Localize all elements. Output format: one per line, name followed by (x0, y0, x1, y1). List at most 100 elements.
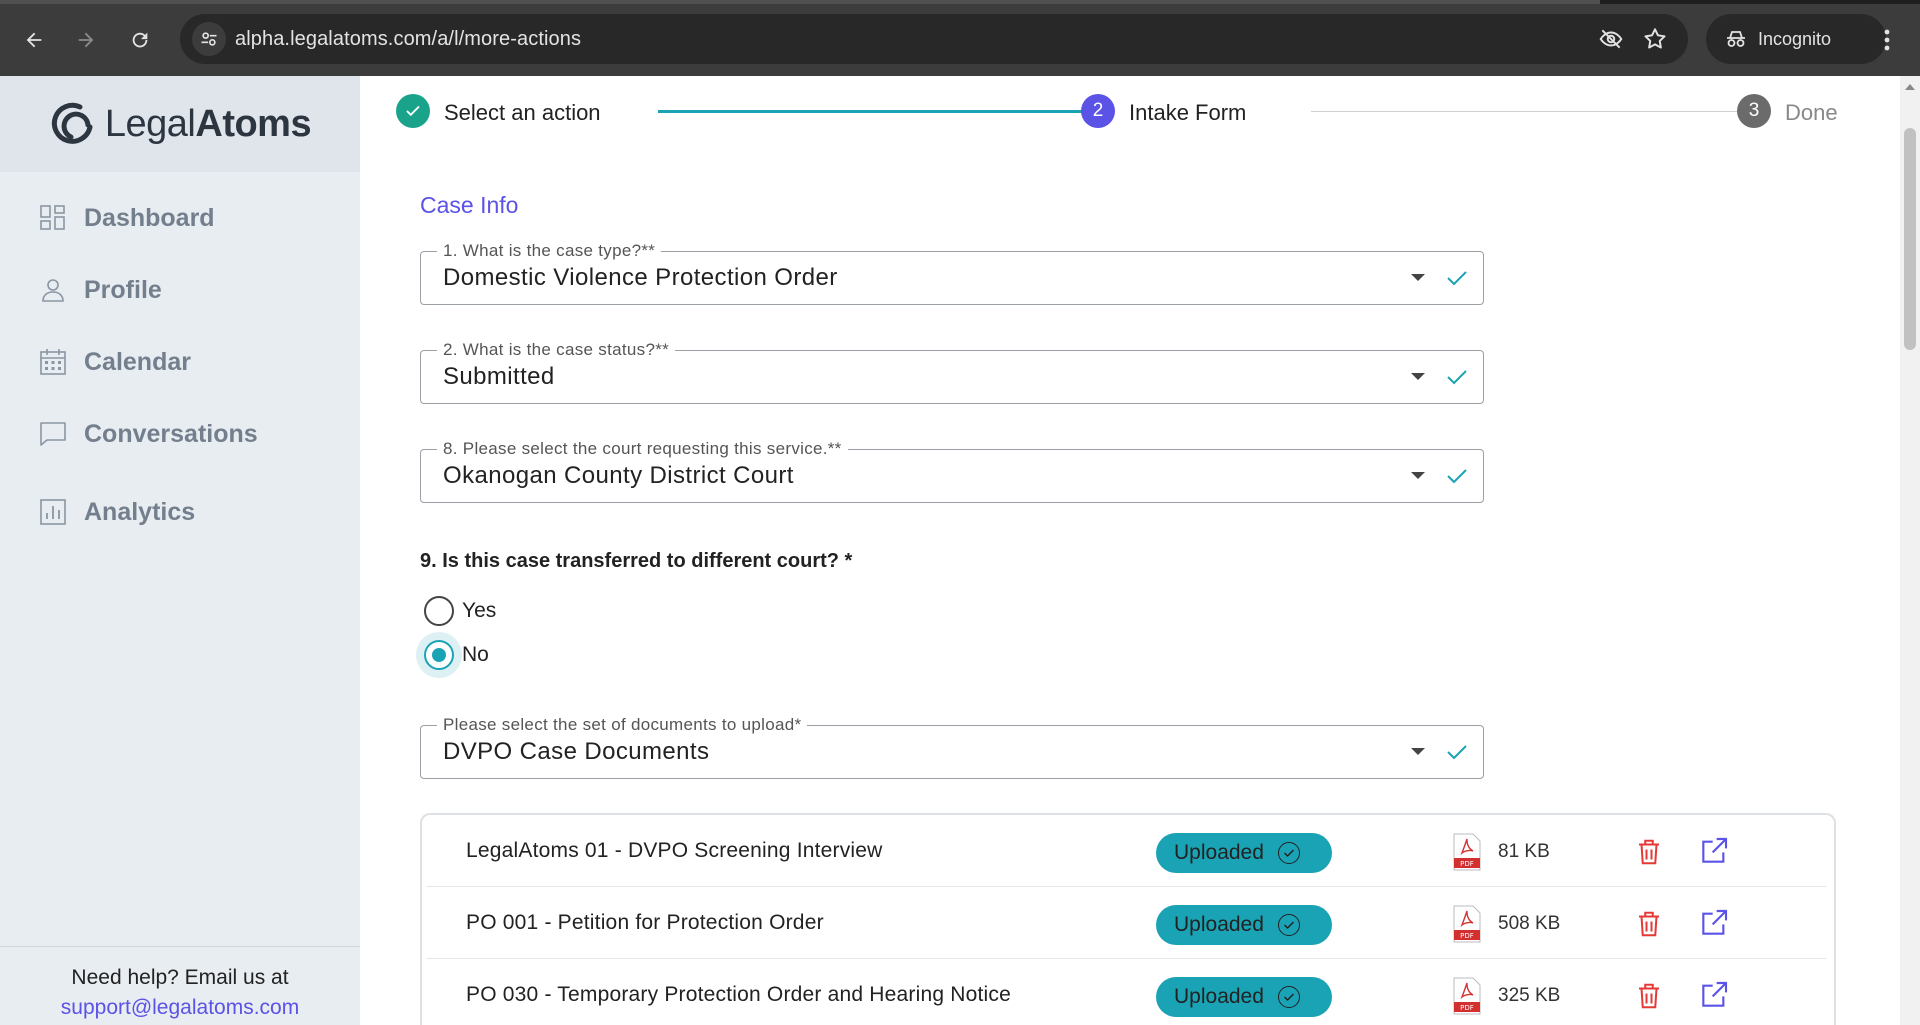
check-icon (1447, 271, 1467, 286)
documents-table: LegalAtoms 01 - DVPO Screening Interview… (420, 813, 1836, 1025)
sidebar-item-profile[interactable]: Profile (38, 270, 162, 310)
trash-icon[interactable] (1634, 909, 1664, 939)
step-3-number: 3 (1737, 94, 1771, 128)
help-text: Need help? Email us at (71, 966, 289, 989)
tab-strip-active (0, 0, 1600, 4)
check-circle-icon (1277, 914, 1300, 936)
case-status-select[interactable]: 2. What is the case status?** Submitted (420, 340, 1484, 404)
file-size: 325 KB (1498, 985, 1561, 1006)
sidebar-item-conversations[interactable]: Conversations (38, 414, 258, 454)
status-label: Uploaded (1174, 985, 1264, 1008)
step-1-label: Select an action (444, 100, 601, 125)
step-connector-2 (1311, 111, 1763, 112)
svg-text:PDF: PDF (1460, 1004, 1474, 1012)
field-label: 2. What is the case status?** (437, 340, 676, 360)
radio-option-no[interactable]: No (424, 638, 489, 672)
check-icon (1447, 469, 1467, 484)
address-bar[interactable]: alpha.legalatoms.com/a/l/more-actions (180, 14, 1688, 64)
document-name: LegalAtoms 01 - DVPO Screening Interview (466, 839, 883, 862)
check-circle-icon (1277, 986, 1300, 1008)
sidebar-item-calendar[interactable]: Calendar (38, 342, 191, 382)
field-label: Please select the set of documents to up… (437, 715, 808, 735)
radio-label: No (462, 643, 489, 666)
open-external-icon[interactable] (1698, 979, 1730, 1011)
step-connector-1 (658, 110, 1084, 113)
open-external-icon[interactable] (1698, 907, 1730, 939)
check-icon (1447, 370, 1467, 385)
logo[interactable]: LegalAtoms (0, 76, 360, 172)
sidebar-item-label: Conversations (84, 419, 258, 448)
logo-text: LegalAtoms (104, 102, 312, 145)
step-1-complete-icon (396, 94, 430, 128)
radio-button-no[interactable] (424, 640, 454, 670)
table-row: PO 030 - Temporary Protection Order and … (426, 959, 1826, 1025)
file-size: 508 KB (1498, 913, 1561, 934)
scroll-up-icon[interactable] (1905, 84, 1915, 90)
dropdown-caret-icon[interactable] (1411, 472, 1425, 479)
pdf-icon[interactable]: PDF (1452, 833, 1482, 871)
main-content: Select an action 2 Intake Form 3 Done Ca… (360, 76, 1900, 1025)
dropdown-caret-icon[interactable] (1411, 373, 1425, 380)
check-icon (1447, 745, 1467, 760)
page-scrollbar[interactable] (1900, 76, 1920, 1025)
dropdown-caret-icon[interactable] (1411, 274, 1425, 281)
field-label: 8. Please select the court requesting th… (437, 439, 848, 459)
browser-toolbar: alpha.legalatoms.com/a/l/more-actions In… (0, 0, 1920, 76)
radio-label: Yes (462, 599, 497, 622)
document-set-select[interactable]: Please select the set of documents to up… (420, 715, 1484, 779)
file-size: 81 KB (1498, 841, 1550, 862)
dropdown-caret-icon[interactable] (1411, 748, 1425, 755)
incognito-icon (1727, 31, 1745, 47)
step-2-label: Intake Form (1129, 100, 1247, 125)
trash-icon[interactable] (1634, 837, 1664, 867)
svg-text:PDF: PDF (1460, 932, 1474, 940)
step-2-number: 2 (1081, 94, 1115, 128)
sidebar-item-label: Dashboard (84, 203, 215, 232)
forward-button[interactable] (66, 20, 106, 60)
sidebar-item-analytics[interactable]: Analytics (38, 492, 195, 532)
radio-button-yes[interactable] (424, 596, 454, 626)
scroll-thumb[interactable] (1904, 128, 1916, 350)
sidebar-item-label: Profile (84, 275, 162, 304)
step-3-label: Done (1785, 100, 1838, 125)
stepper: Select an action 2 Intake Form 3 Done (396, 92, 1896, 132)
field-value: DVPO Case Documents (443, 738, 710, 765)
sidebar: LegalAtoms Dashboard Profile Calendar Co… (0, 76, 360, 1025)
back-button[interactable] (14, 20, 54, 60)
support-email-link[interactable]: support@legalatoms.com (0, 993, 360, 1023)
case-type-select[interactable]: 1. What is the case type?** Domestic Vio… (420, 241, 1484, 305)
star-icon[interactable] (1642, 26, 1668, 52)
pdf-icon[interactable]: PDF (1452, 977, 1482, 1015)
document-name: PO 001 - Petition for Protection Order (466, 911, 824, 934)
reload-button[interactable] (120, 20, 160, 60)
chart-icon (40, 499, 66, 525)
table-row: LegalAtoms 01 - DVPO Screening Interview… (426, 815, 1826, 887)
legalatoms-logo-icon (51, 102, 93, 144)
calendar-icon (40, 349, 66, 375)
status-badge: Uploaded (1156, 833, 1332, 873)
pdf-icon[interactable]: PDF (1452, 905, 1482, 943)
open-external-icon[interactable] (1698, 835, 1730, 867)
site-info-icon[interactable] (192, 22, 226, 56)
field-label: 1. What is the case type?** (437, 241, 662, 261)
sidebar-item-label: Calendar (84, 347, 191, 376)
radio-option-yes[interactable]: Yes (424, 594, 496, 628)
status-label: Uploaded (1174, 841, 1264, 864)
section-title: Case Info (420, 192, 519, 218)
table-row: PO 001 - Petition for Protection Order U… (426, 887, 1826, 959)
incognito-badge[interactable]: Incognito (1706, 14, 1886, 64)
incognito-label: Incognito (1758, 28, 1832, 49)
check-circle-icon (1277, 842, 1300, 864)
transfer-question: 9. Is this case transferred to different… (420, 550, 853, 572)
court-select[interactable]: 8. Please select the court requesting th… (420, 439, 1484, 503)
status-badge: Uploaded (1156, 905, 1332, 945)
browser-menu-button[interactable] (1872, 20, 1902, 60)
eye-off-icon[interactable] (1598, 26, 1624, 52)
user-icon (42, 279, 64, 302)
reload-icon (132, 32, 148, 48)
sidebar-item-dashboard[interactable]: Dashboard (38, 198, 215, 238)
trash-icon[interactable] (1634, 981, 1664, 1011)
back-arrow-icon (26, 32, 42, 48)
status-label: Uploaded (1174, 913, 1264, 936)
url-text[interactable]: alpha.legalatoms.com/a/l/more-actions (235, 28, 581, 51)
